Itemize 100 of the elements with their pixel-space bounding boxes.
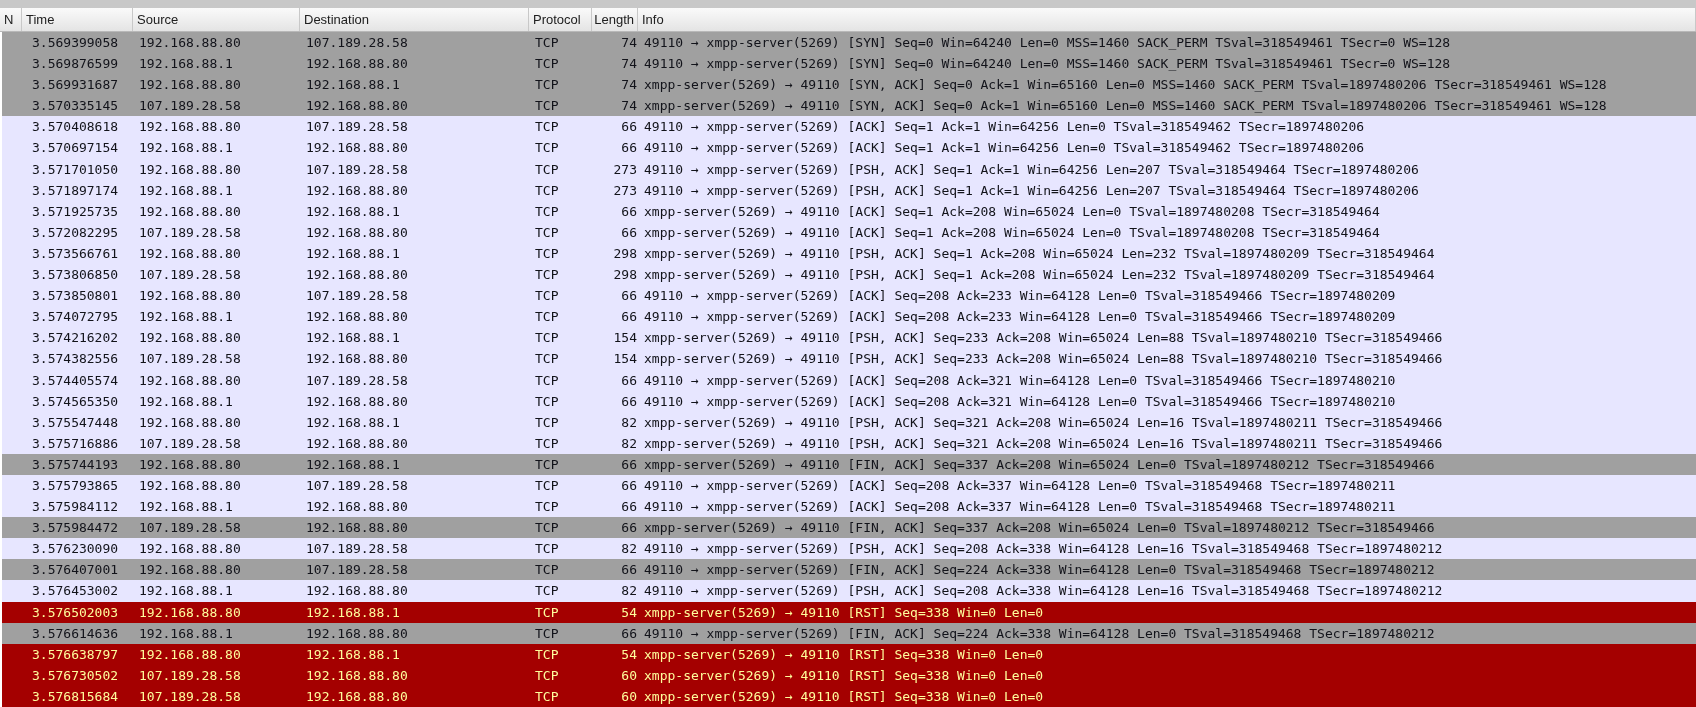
column-header[interactable]: Protocol (529, 8, 592, 31)
packet-row[interactable]: 3.574565350 192.168.88.1 192.168.88.80 TCP 66 49110 → xmpp-server(5269) [ACK] Seq=208 Ack=321 Win=64128 Len=0 TSval=318549466 TSecr=1897480210 (2, 390, 1696, 412)
packet-row[interactable]: 3.576638797 192.168.88.80 192.168.88.1 TCP 54 xmpp-server(5269) → 49110 [RST] Seq=338 Win=0 Len=0 (2, 643, 1696, 665)
table-cell-text: TCP (534, 413, 560, 432)
packet-row[interactable]: 3.576407001 192.168.88.80 107.189.28.58 TCP 66 49110 → xmpp-server(5269) [FIN, ACK] Seq=224 Ack=338 Win=64128 Len=0 TSval=318549468 TSecr=1897480212 (2, 559, 1696, 581)
column-header[interactable]: Destination (300, 8, 529, 31)
packet-row[interactable]: 3.575984472 107.189.28.58 192.168.88.80 TCP 66 xmpp-server(5269) → 49110 [FIN, ACK] Seq=337 Ack=208 Win=65024 Len=0 TSval=1897480212 TSecr=318549466 (2, 517, 1696, 539)
table-cell-text: 192.168.88.80 (138, 244, 242, 263)
table-cell-text: 60 (620, 666, 638, 685)
table-cell-text: 192.168.88.80 (305, 55, 409, 74)
table-cell-text: xmpp-server(5269) → 49110 [PSH, ACK] Seq=321 Ack=208 Win=65024 Len=16 TSval=1897480211 TSecr=318549466 (643, 413, 1444, 432)
table-cell-text: 66 (620, 476, 638, 495)
table-cell-text: TCP (534, 287, 560, 306)
packet-row[interactable]: 3.572082295 107.189.28.58 192.168.88.80 TCP 66 xmpp-server(5269) → 49110 [ACK] Seq=1 Ack=208 Win=65024 Len=0 TSval=1897480208 TSecr=318549464 (2, 221, 1696, 243)
column-header[interactable]: Info (638, 8, 1696, 31)
table-cell-text: 3.574216202 (31, 329, 120, 348)
table-cell-text: 192.168.88.1 (305, 76, 401, 95)
table-cell-text: 49110 → xmpp-server(5269) [ACK] Seq=208 Ack=233 Win=64128 Len=0 TSval=318549466 TSecr=1897480209 (643, 308, 1397, 327)
table-cell-text: 107.189.28.58 (305, 287, 409, 306)
packet-row[interactable]: 3.574405574 192.168.88.80 107.189.28.58 TCP 66 49110 → xmpp-server(5269) [ACK] Seq=208 Ack=321 Win=64128 Len=0 TSval=318549466 TSecr=1897480210 (2, 369, 1696, 391)
packet-row[interactable]: 3.575547448 192.168.88.80 192.168.88.1 TCP 82 xmpp-server(5269) → 49110 [PSH, ACK] Seq=321 Ack=208 Win=65024 Len=16 TSval=1897480211 TSecr=318549466 (2, 411, 1696, 433)
packet-row[interactable]: 3.576730502 107.189.28.58 192.168.88.80 TCP 60 xmpp-server(5269) → 49110 [RST] Seq=338 Win=0 Len=0 (2, 664, 1696, 686)
packet-row[interactable]: 3.569876599 192.168.88.1 192.168.88.80 TCP 74 49110 → xmpp-server(5269) [SYN] Seq=0 Win=64240 Len=0 MSS=1460 SACK_PERM TSval=318549461 TSecr=0 WS=128 (2, 53, 1696, 75)
packet-row[interactable]: 3.576815684 107.189.28.58 192.168.88.80 TCP 60 xmpp-server(5269) → 49110 [RST] Seq=338 Win=0 Len=0 (2, 685, 1696, 707)
packet-row[interactable]: 3.574216202 192.168.88.80 192.168.88.1 TCP 154 xmpp-server(5269) → 49110 [PSH, ACK] Seq=233 Ack=208 Win=65024 Len=88 TSval=1897480210 TSecr=318549466 (2, 327, 1696, 349)
column-header[interactable]: Source (133, 8, 300, 31)
packet-row[interactable]: 3.576230090 192.168.88.80 107.189.28.58 TCP 82 49110 → xmpp-server(5269) [PSH, ACK] Seq=208 Ack=338 Win=64128 Len=16 TSval=318549468 TSecr=1897480212 (2, 538, 1696, 560)
table-cell-text: 74 (620, 55, 638, 74)
packet-row[interactable]: 3.575744193 192.168.88.80 192.168.88.1 TCP 66 xmpp-server(5269) → 49110 [FIN, ACK] Seq=337 Ack=208 Win=65024 Len=0 TSval=1897480212 TSecr=318549466 (2, 453, 1696, 475)
table-cell-text: 49110 → xmpp-server(5269) [SYN] Seq=0 Win=64240 Len=0 MSS=1460 SACK_PERM TSval=318549461 TSecr=0 WS=128 (643, 34, 1452, 52)
table-cell-text: TCP (534, 434, 560, 453)
packet-row[interactable]: 3.573566761 192.168.88.80 192.168.88.1 TCP 298 xmpp-server(5269) → 49110 [PSH, ACK] Seq=1 Ack=208 Win=65024 Len=232 TSval=1897480209 TSecr=318549464 (2, 242, 1696, 265)
packet-row[interactable]: 3.575793865 192.168.88.80 107.189.28.58 TCP 66 49110 → xmpp-server(5269) [ACK] Seq=208 Ack=337 Win=64128 Len=0 TSval=318549468 TSecr=1897480211 (2, 474, 1696, 497)
packet-row[interactable]: 3.570335145 107.189.28.58 192.168.88.80 TCP 74 xmpp-server(5269) → 49110 [SYN, ACK] Seq=0 Ack=1 Win=65160 Len=0 MSS=1460 SACK_PERM TSval=1897480206 TSecr=318549461 WS=128 (2, 95, 1696, 117)
table-cell-text: 107.189.28.58 (138, 434, 242, 453)
table-cell-text: 82 (620, 540, 638, 559)
packet-row[interactable]: 3.571897174 192.168.88.1 192.168.88.80 TCP 273 49110 → xmpp-server(5269) [PSH, ACK] Seq=1 Ack=1 Win=64256 Len=207 TSval=318549464 TSecr=1897480206 (2, 179, 1696, 201)
table-cell-text: xmpp-server(5269) → 49110 [RST] Seq=338 Win=0 Len=0 (643, 687, 1045, 706)
packet-row[interactable]: 3.573806850 107.189.28.58 192.168.88.80 TCP 298 xmpp-server(5269) → 49110 [PSH, ACK] Seq=1 Ack=208 Win=65024 Len=232 TSval=1897480209 TSecr=318549464 (2, 264, 1696, 286)
packet-row[interactable]: 3.569399058 192.168.88.80 107.189.28.58 TCP 74 49110 → xmpp-server(5269) [SYN] Seq=0 Win=64240 Len=0 MSS=1460 SACK_PERM TSval=318549461 TSecr=0 WS=128 (2, 32, 1696, 54)
table-cell-text: TCP (534, 244, 560, 263)
packet-row[interactable]: 3.570697154 192.168.88.1 192.168.88.80 TCP 66 49110 → xmpp-server(5269) [ACK] Seq=1 Ack=1 Win=64256 Len=0 TSval=318549462 TSecr=1897480206 (2, 137, 1696, 159)
packet-row[interactable]: 3.575716886 107.189.28.58 192.168.88.80 TCP 82 xmpp-server(5269) → 49110 [PSH, ACK] Seq=321 Ack=208 Win=65024 Len=16 TSval=1897480211 TSecr=318549466 (2, 432, 1696, 454)
packet-row[interactable]: 3.576502003 192.168.88.80 192.168.88.1 TCP 54 xmpp-server(5269) → 49110 [RST] Seq=338 Win=0 Len=0 (2, 601, 1696, 623)
table-cell-text: 192.168.88.1 (138, 582, 234, 601)
table-cell-text: 66 (620, 561, 638, 580)
table-cell-text: 192.168.88.1 (138, 55, 234, 74)
table-cell-text: 3.576453002 (31, 582, 120, 601)
packet-row[interactable]: 3.571701050 192.168.88.80 107.189.28.58 TCP 273 49110 → xmpp-server(5269) [PSH, ACK] Seq=1 Ack=1 Win=64256 Len=207 TSval=318549464 TSecr=1897480206 (2, 158, 1696, 180)
table-cell-text: 192.168.88.80 (138, 561, 242, 580)
column-header[interactable]: N (0, 8, 22, 31)
table-cell-text: TCP (534, 181, 560, 200)
table-cell-text: 107.189.28.58 (305, 160, 409, 179)
table-cell-text: 49110 → xmpp-server(5269) [PSH, ACK] Seq=1 Ack=1 Win=64256 Len=207 TSval=318549464 TSecr=1897480206 (643, 160, 1420, 179)
column-header[interactable]: Length (592, 8, 638, 31)
table-cell-text: 3.576502003 (31, 603, 120, 622)
table-cell-text: xmpp-server(5269) → 49110 [RST] Seq=338 Win=0 Len=0 (643, 666, 1045, 685)
table-cell-text: 3.570335145 (31, 97, 120, 116)
packet-row[interactable]: 3.574072795 192.168.88.1 192.168.88.80 TCP 66 49110 → xmpp-server(5269) [ACK] Seq=208 Ack=233 Win=64128 Len=0 TSval=318549466 TSecr=1897480209 (2, 306, 1696, 328)
table-cell-text: 107.189.28.58 (305, 476, 409, 495)
table-cell-text: 192.168.88.80 (305, 624, 409, 643)
table-cell-text: xmpp-server(5269) → 49110 [FIN, ACK] Seq=337 Ack=208 Win=65024 Len=0 TSval=1897480212 TSecr=318549466 (643, 455, 1436, 474)
table-cell-text: TCP (534, 455, 560, 474)
table-cell-text: TCP (534, 55, 560, 74)
table-cell-text: TCP (534, 266, 560, 285)
table-cell-text: 192.168.88.80 (305, 687, 409, 706)
table-cell-text: 3.571925735 (31, 202, 120, 221)
packet-row[interactable]: 3.569931687 192.168.88.80 192.168.88.1 TCP 74 xmpp-server(5269) → 49110 [SYN, ACK] Seq=0 Ack=1 Win=65160 Len=0 MSS=1460 SACK_PERM TSval=1897480206 TSecr=318549461 WS=128 (2, 74, 1696, 96)
packet-row[interactable]: 3.570408618 192.168.88.80 107.189.28.58 TCP 66 49110 → xmpp-server(5269) [ACK] Seq=1 Ack=1 Win=64256 Len=0 TSval=318549462 TSecr=1897480206 (2, 116, 1696, 138)
column-header[interactable]: Time (22, 8, 133, 31)
packet-row[interactable]: 3.573850801 192.168.88.80 107.189.28.58 TCP 66 49110 → xmpp-server(5269) [ACK] Seq=208 Ack=233 Win=64128 Len=0 TSval=318549466 TSecr=1897480209 (2, 285, 1696, 307)
table-cell-text: TCP (534, 329, 560, 348)
table-cell-text: TCP (534, 603, 560, 622)
packet-row[interactable]: 3.575984112 192.168.88.1 192.168.88.80 TCP 66 49110 → xmpp-server(5269) [ACK] Seq=208 Ack=337 Win=64128 Len=0 TSval=318549468 TSecr=1897480211 (2, 496, 1696, 518)
table-cell-text: 192.168.88.1 (305, 202, 401, 221)
table-cell-text: TCP (534, 392, 560, 411)
table-cell-text: 3.570408618 (31, 118, 120, 137)
packet-row[interactable]: 3.576453002 192.168.88.1 192.168.88.80 TCP 82 49110 → xmpp-server(5269) [PSH, ACK] Seq=208 Ack=338 Win=64128 Len=16 TSval=318549468 TSecr=1897480212 (2, 580, 1696, 602)
table-cell-text: 54 (620, 645, 638, 664)
table-cell-text: 66 (620, 223, 638, 242)
table-cell-text: 3.571897174 (31, 181, 120, 200)
table-cell-text: 66 (620, 498, 638, 517)
table-cell-text: 192.168.88.1 (138, 308, 234, 327)
table-cell-text: 192.168.88.1 (305, 329, 401, 348)
packet-row[interactable]: 3.574382556 107.189.28.58 192.168.88.80 TCP 154 xmpp-server(5269) → 49110 [PSH, ACK] Seq=233 Ack=208 Win=65024 Len=88 TSval=1897480210 TSecr=318549466 (2, 348, 1696, 370)
table-cell-text: 107.189.28.58 (138, 97, 242, 116)
table-cell-text: 298 (612, 266, 638, 285)
table-cell-text: 192.168.88.80 (305, 266, 409, 285)
table-cell-text: 192.168.88.80 (305, 139, 409, 158)
table-cell-text: TCP (534, 624, 560, 643)
table-cell-text: 3.575984472 (31, 519, 120, 538)
table-cell-text: 192.168.88.1 (138, 392, 234, 411)
table-cell-text: 107.189.28.58 (138, 223, 242, 242)
packet-row[interactable]: 3.576614636 192.168.88.1 192.168.88.80 TCP 66 49110 → xmpp-server(5269) [FIN, ACK] Seq=224 Ack=338 Win=64128 Len=0 TSval=318549468 TSecr=1897480212 (2, 622, 1696, 644)
table-cell-text: 192.168.88.80 (305, 434, 409, 453)
table-cell-text: TCP (534, 687, 560, 706)
table-cell-text: 192.168.88.80 (138, 76, 242, 95)
table-cell-text: TCP (534, 308, 560, 327)
table-cell-text: 192.168.88.1 (138, 139, 234, 158)
packet-row[interactable]: 3.571925735 192.168.88.80 192.168.88.1 TCP 66 xmpp-server(5269) → 49110 [ACK] Seq=1 Ack=208 Win=65024 Len=0 TSval=1897480208 TSecr=318549464 (2, 200, 1696, 222)
